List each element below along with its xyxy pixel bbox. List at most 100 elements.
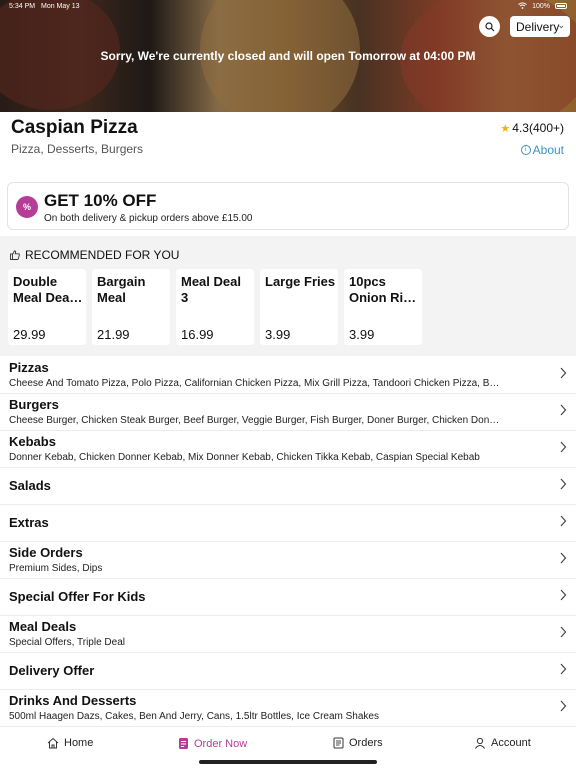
recommended-item[interactable]: 10pcs Onion Rin… 3.99 <box>344 269 422 345</box>
category-description: 500ml Haagen Dazs, Cakes, Ben And Jerry,… <box>9 711 379 722</box>
recommended-section: RECOMMENDED FOR YOU Double Meal Dea… 29.… <box>0 236 576 356</box>
item-name: 10pcs Onion Rin… <box>349 274 421 306</box>
user-icon <box>474 737 486 749</box>
category-title: Side Orders <box>9 545 83 560</box>
chevron-right-icon <box>560 515 567 527</box>
category-title: Extras <box>9 515 49 530</box>
chevron-right-icon <box>560 478 567 490</box>
tab-label: Home <box>64 737 94 749</box>
category-description: Special Offers, Triple Deal <box>9 637 125 648</box>
item-price: 21.99 <box>97 327 130 342</box>
about-link[interactable]: i About <box>520 143 564 157</box>
category-kebabs[interactable]: Kebabs Donner Kebab, Chicken Donner Keba… <box>0 431 576 468</box>
item-name: Large Fries <box>265 274 337 306</box>
battery-level: 100% <box>532 3 550 10</box>
closed-message: Sorry, We're currently closed and will o… <box>100 49 476 63</box>
recommended-item[interactable]: Bargain Meal 21.99 <box>92 269 170 345</box>
order-icon <box>179 738 188 749</box>
chevron-down-icon: ⌄ <box>557 20 565 30</box>
item-name-line1: Large Fries <box>265 274 336 289</box>
item-name-line1: Meal Deal <box>181 274 241 289</box>
home-indicator[interactable] <box>199 760 377 764</box>
discount-badge-icon: % <box>16 196 38 218</box>
tab-order-now[interactable]: Order Now <box>178 737 247 750</box>
restaurant-rating: ★ 4.3(400+) <box>500 121 564 135</box>
offer-subtitle: On both delivery & pickup orders above £… <box>44 213 253 224</box>
tab-account[interactable]: Account <box>474 737 531 749</box>
category-description: Cheese And Tomato Pizza, Polo Pizza, Cal… <box>9 378 500 389</box>
offer-banner[interactable]: % GET 10% OFF On both delivery & pickup … <box>7 182 569 230</box>
category-salads[interactable]: Salads <box>0 468 576 505</box>
rating-value: 4.3(400+) <box>512 121 564 135</box>
tab-label: Account <box>491 737 531 749</box>
item-name: Meal Deal 3 <box>181 274 253 306</box>
item-name-line2: Meal Dea… <box>13 290 83 305</box>
chevron-right-icon <box>560 626 567 638</box>
tab-orders[interactable]: Orders <box>333 737 383 749</box>
battery-icon <box>555 3 567 9</box>
recommended-item[interactable]: Meal Deal 3 16.99 <box>176 269 254 345</box>
category-description: Cheese Burger, Chicken Steak Burger, Bee… <box>9 415 500 426</box>
category-special-offer-kids[interactable]: Special Offer For Kids <box>0 579 576 616</box>
receipt-icon <box>333 737 344 749</box>
status-bar: 5:34 PM Mon May 13 100% <box>0 0 576 14</box>
item-price: 3.99 <box>349 327 375 342</box>
tab-label: Orders <box>349 737 383 749</box>
item-name-line2: 3 <box>181 290 189 305</box>
delivery-mode-select[interactable]: Delivery ⌄ <box>510 16 570 37</box>
category-title: Drinks And Desserts <box>9 693 137 708</box>
chevron-right-icon <box>560 589 567 601</box>
search-icon <box>484 21 494 31</box>
recommended-item[interactable]: Large Fries 3.99 <box>260 269 338 345</box>
item-price: 3.99 <box>265 327 291 342</box>
chevron-right-icon <box>560 404 567 416</box>
category-description: Premium Sides, Dips <box>9 563 103 574</box>
item-name-line1: Double <box>13 274 58 289</box>
category-title: Pizzas <box>9 360 49 375</box>
item-name-line2: Onion Rin… <box>349 290 421 305</box>
category-title: Burgers <box>9 397 59 412</box>
recommended-item[interactable]: Double Meal Dea… 29.99 <box>8 269 86 345</box>
delivery-mode-label: Delivery <box>516 19 560 34</box>
restaurant-name: Caspian Pizza <box>11 117 138 138</box>
recommended-list: Double Meal Dea… 29.99 Bargain Meal 21.9… <box>8 269 422 345</box>
item-name: Double Meal Dea… <box>13 274 85 306</box>
chevron-right-icon <box>560 700 567 712</box>
home-icon <box>47 737 59 749</box>
search-button[interactable] <box>479 16 500 37</box>
recommended-heading: RECOMMENDED FOR YOU <box>10 248 179 262</box>
item-name: Bargain Meal <box>97 274 169 306</box>
tab-label: Order Now <box>194 737 248 750</box>
item-name-line2: Meal <box>97 290 126 305</box>
restaurant-cuisines: Pizza, Desserts, Burgers <box>11 142 144 156</box>
category-pizzas[interactable]: Pizzas Cheese And Tomato Pizza, Polo Piz… <box>0 357 576 394</box>
category-delivery-offer[interactable]: Delivery Offer <box>0 653 576 690</box>
category-title: Meal Deals <box>9 619 77 634</box>
star-icon: ★ <box>500 122 511 135</box>
category-title: Kebabs <box>9 434 56 449</box>
category-side-orders[interactable]: Side Orders Premium Sides, Dips <box>0 542 576 579</box>
recommended-heading-text: RECOMMENDED FOR YOU <box>25 248 180 262</box>
chevron-right-icon <box>560 441 567 453</box>
chevron-right-icon <box>560 663 567 675</box>
category-title: Salads <box>9 478 51 493</box>
tab-home[interactable]: Home <box>47 737 93 749</box>
status-date: Mon May 13 <box>41 3 80 10</box>
chevron-right-icon <box>560 367 567 379</box>
category-title: Delivery Offer <box>9 663 95 678</box>
category-meal-deals[interactable]: Meal Deals Special Offers, Triple Deal <box>0 616 576 653</box>
wifi-icon <box>518 2 527 11</box>
menu-category-list: Pizzas Cheese And Tomato Pizza, Polo Piz… <box>0 357 576 727</box>
about-label: About <box>532 143 564 157</box>
category-drinks-desserts[interactable]: Drinks And Desserts 500ml Haagen Dazs, C… <box>0 690 576 727</box>
item-price: 29.99 <box>13 327 46 342</box>
offer-title: GET 10% OFF <box>44 191 157 210</box>
category-description: Donner Kebab, Chicken Donner Kebab, Mix … <box>9 452 480 463</box>
info-icon: i <box>520 145 531 155</box>
status-time: 5:34 PM <box>9 3 36 10</box>
item-name-line1: Bargain <box>97 274 146 289</box>
chevron-right-icon <box>560 552 567 564</box>
item-price: 16.99 <box>181 327 214 342</box>
category-burgers[interactable]: Burgers Cheese Burger, Chicken Steak Bur… <box>0 394 576 431</box>
category-extras[interactable]: Extras <box>0 505 576 542</box>
